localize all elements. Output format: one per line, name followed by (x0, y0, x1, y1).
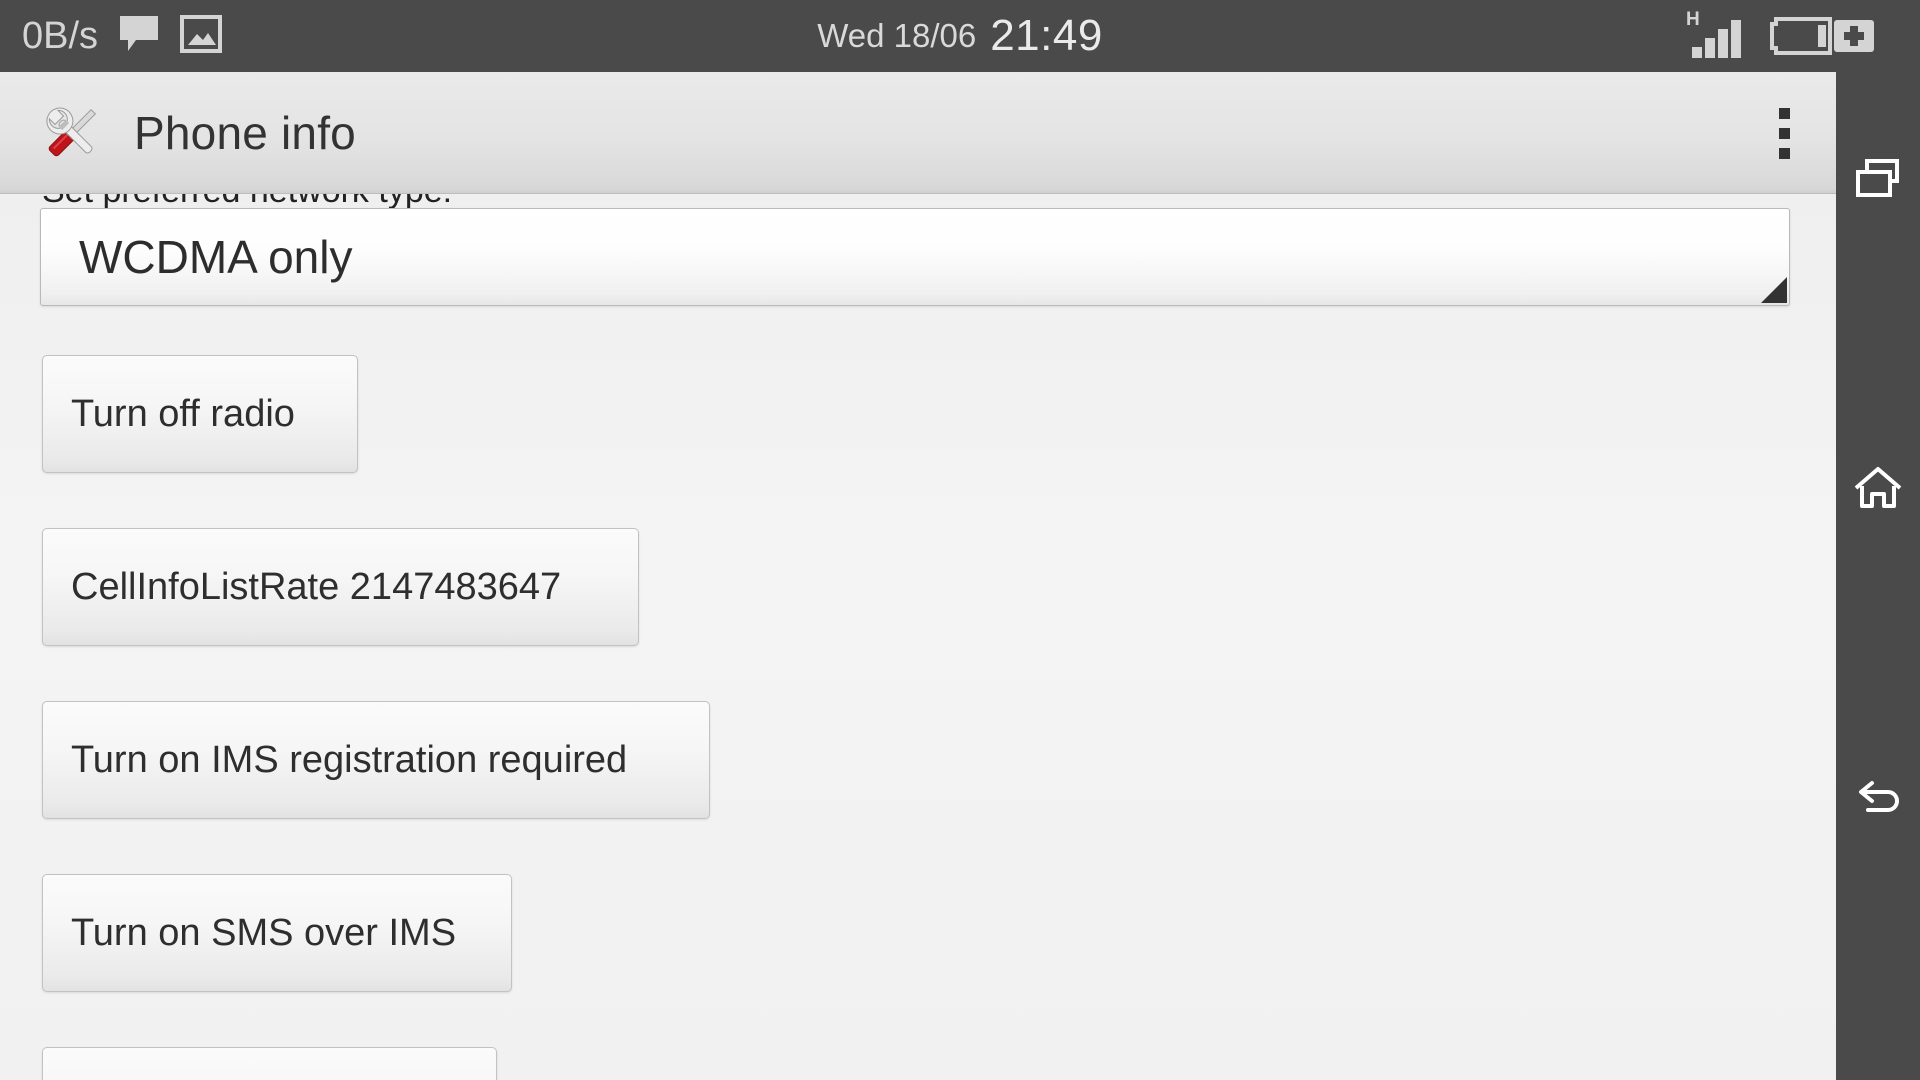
recent-apps-icon (1855, 157, 1901, 204)
button-label: Turn on IMS registration required (71, 738, 628, 781)
status-bar: 0B/s Wed 18/06 21:49 H (0, 0, 1920, 72)
phone-screen: 0B/s Wed 18/06 21:49 H Phone info WCDMA … (0, 0, 1920, 1080)
status-bar-right: H (1686, 0, 1880, 72)
turn-off-radio-button[interactable]: Turn off radio (42, 355, 358, 473)
status-date: Wed 18/06 (817, 17, 977, 54)
status-time: 21:49 (990, 11, 1103, 60)
image-icon (180, 14, 223, 58)
status-bar-left: 0B/s (22, 0, 223, 72)
preferred-network-type-spinner[interactable]: WCDMA only (40, 208, 1790, 306)
page-title: Phone info (134, 106, 356, 159)
back-arrow-icon (1854, 778, 1902, 823)
tools-wrench-screwdriver-icon (36, 97, 108, 169)
signal-bars (1692, 20, 1741, 58)
cell-info-list-rate-button[interactable]: CellInfoListRate 2147483647 (42, 528, 639, 646)
home-button[interactable] (1836, 430, 1920, 550)
dropdown-triangle-icon (1761, 277, 1787, 303)
recent-apps-button[interactable] (1836, 120, 1920, 240)
sms-over-ims-button[interactable]: Turn on SMS over IMS (42, 874, 512, 992)
navigation-bar (1836, 72, 1920, 1080)
home-icon (1853, 466, 1903, 515)
back-button[interactable] (1836, 740, 1920, 860)
signal-strength-icon: H (1686, 10, 1746, 62)
button-label: Turn on SMS over IMS (71, 911, 457, 954)
overflow-menu-icon[interactable] (1732, 72, 1836, 194)
action-bar: Phone info (0, 72, 1836, 194)
status-bar-clock: Wed 18/06 21:49 (0, 0, 1920, 72)
button-label: Turn off radio (71, 392, 295, 435)
message-bubble-icon (118, 14, 160, 59)
data-rate-text: 0B/s (22, 15, 99, 57)
button-label: CellInfoListRate 2147483647 (71, 565, 562, 608)
battery-charging-icon (1768, 12, 1880, 60)
content-area: Set preferred network type: WCDMA only T… (0, 194, 1836, 1080)
spinner-selected-value: WCDMA only (79, 231, 353, 283)
ims-registration-required-button[interactable]: Turn on IMS registration required (42, 701, 710, 819)
lte-ram-dump-button[interactable]: Turn on lte ram dump (42, 1047, 497, 1080)
